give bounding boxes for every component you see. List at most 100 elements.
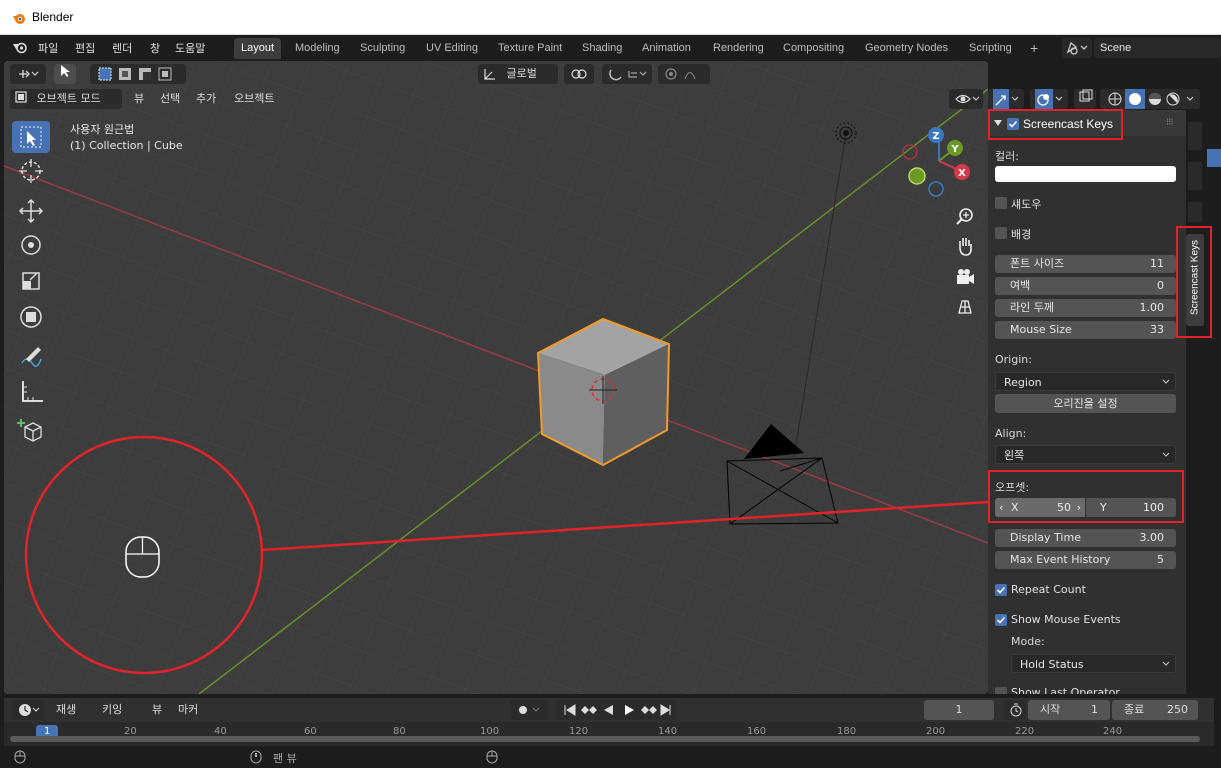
menu-object[interactable]: 오브젝트 [234, 89, 274, 109]
select-tool-mode-button[interactable] [54, 64, 76, 84]
timeline-editor-type[interactable] [12, 700, 44, 720]
cursor-tool[interactable] [12, 155, 50, 187]
menu-keying[interactable]: 키잉 [102, 700, 122, 720]
repeat-count-checkbox[interactable] [995, 584, 1007, 596]
timeline-scrollbar[interactable] [10, 736, 1200, 742]
pan-button[interactable] [952, 233, 978, 259]
sidebar-panel: Screencast Keys ⁝⁝⁝ 컬러: 섀도우 배경 폰트 사이즈 11… [988, 110, 1186, 694]
shadow-checkbox[interactable] [995, 197, 1007, 209]
margin-field[interactable]: 여백 0 [995, 277, 1176, 295]
menu-window[interactable]: 창 [150, 40, 160, 56]
add-cube-tool[interactable] [12, 415, 50, 447]
checkmark-icon [996, 586, 1006, 594]
font-size-field[interactable]: 폰트 사이즈 11 [995, 255, 1176, 273]
tab-modeling[interactable]: Modeling [288, 38, 347, 59]
sidebar-tab-item[interactable] [1188, 122, 1202, 150]
tab-rendering[interactable]: Rendering [706, 38, 771, 59]
stopwatch-icon [1010, 703, 1022, 717]
tab-texture-paint[interactable]: Texture Paint [491, 38, 569, 59]
object-mode-dropdown[interactable]: 오브젝트 모드 [10, 89, 122, 109]
menu-edit[interactable]: 편집 [75, 40, 95, 56]
menu-help[interactable]: 도움말 [175, 40, 205, 56]
move-tool[interactable] [12, 195, 50, 227]
menu-view[interactable]: 뷰 [134, 89, 144, 109]
camera-icon [957, 269, 974, 284]
tab-scripting[interactable]: Scripting [962, 38, 1019, 59]
set-origin-button[interactable]: 오리진을 설정 [995, 394, 1176, 413]
menu-marker[interactable]: 마커 [178, 700, 198, 720]
menu-playback[interactable]: 재생 [56, 700, 76, 720]
preview-range-toggle[interactable] [1004, 700, 1026, 720]
overlay-icon [1035, 89, 1063, 109]
timeline-ruler[interactable]: 1 20 40 60 80 100 120 140 160 180 200 22… [4, 722, 1214, 746]
tab-sculpting[interactable]: Sculpting [353, 38, 412, 59]
navigation-gizmo[interactable]: Z Y X [899, 121, 979, 201]
tab-compositing[interactable]: Compositing [776, 38, 851, 59]
align-dropdown[interactable]: 왼쪽 [995, 445, 1176, 464]
scene-name-field[interactable]: Scene [1094, 38, 1221, 58]
chevron-down-icon [1162, 661, 1170, 666]
show-mouse-events-label: Show Mouse Events [1011, 613, 1121, 626]
display-time-field[interactable]: Display Time 3.00 [995, 529, 1176, 547]
max-event-history-field[interactable]: Max Event History 5 [995, 551, 1176, 569]
outliner-selection-highlight [1207, 149, 1221, 167]
show-mouse-events-checkbox[interactable] [995, 614, 1007, 626]
tab-layout[interactable]: Layout [234, 38, 282, 59]
pivot-point-dropdown[interactable] [564, 64, 594, 84]
rotate-tool[interactable] [12, 229, 50, 261]
blender-menu-icon[interactable] [12, 40, 28, 54]
checkmark-icon [996, 616, 1006, 624]
line-thickness-field[interactable]: 라인 두께 1.00 [995, 299, 1176, 317]
show-last-operator-checkbox[interactable] [995, 687, 1007, 694]
snap-button[interactable] [602, 64, 652, 84]
tab-uv-editing[interactable]: UV Editing [419, 38, 485, 59]
menu-timeline-view[interactable]: 뷰 [152, 700, 162, 720]
mouse-size-field[interactable]: Mouse Size 33 [995, 321, 1176, 339]
proportional-editing-button[interactable] [658, 64, 710, 84]
tab-animation[interactable]: Animation [635, 38, 698, 59]
gizmo-toggle[interactable] [988, 89, 1024, 109]
select-box-tool[interactable] [12, 121, 50, 153]
mode-value: Hold Status [1020, 658, 1084, 671]
3d-viewport[interactable]: 글로벌 옵션 오브젝트 모드 뷰 선택 추가 오브젝트 사용자 원근법 (1) … [4, 61, 988, 694]
xray-toggle[interactable] [1074, 89, 1096, 109]
annotate-tool[interactable] [12, 341, 50, 373]
origin-dropdown[interactable]: Region [995, 372, 1176, 391]
shading-mode-buttons[interactable] [1100, 89, 1200, 109]
color-swatch[interactable] [995, 166, 1176, 182]
transform-orientation-dropdown[interactable]: 글로벌 [478, 64, 558, 84]
scene-selector-icon[interactable] [1062, 38, 1092, 58]
mode-dropdown[interactable]: Hold Status [1011, 654, 1176, 673]
auto-keying-toggle[interactable] [510, 700, 548, 720]
collection-info: (1) Collection | Cube [70, 139, 183, 152]
tab-geometry-nodes[interactable]: Geometry Nodes [858, 38, 955, 59]
menu-add[interactable]: 추가 [196, 89, 216, 109]
measure-tool[interactable] [12, 375, 50, 407]
visibility-dropdown[interactable] [949, 89, 983, 109]
menu-render[interactable]: 렌더 [112, 40, 132, 56]
transform-tool[interactable] [12, 301, 50, 333]
ortho-toggle-button[interactable] [952, 294, 978, 320]
current-frame-field[interactable]: 1 [924, 700, 994, 720]
start-frame-field[interactable]: 시작 1 [1028, 700, 1110, 720]
margin-label: 여백 [1010, 279, 1031, 292]
end-frame-field[interactable]: 종료 250 [1112, 700, 1198, 720]
zoom-button[interactable] [952, 204, 978, 230]
scale-tool[interactable] [12, 265, 50, 297]
end-frame-label: 종료 [1124, 703, 1145, 716]
add-workspace-button[interactable]: + [1023, 38, 1045, 59]
overlay-toggle[interactable] [1030, 89, 1068, 109]
tab-shading[interactable]: Shading [575, 38, 629, 59]
selection-mode-buttons[interactable] [90, 64, 186, 84]
pivot-icon [571, 69, 587, 79]
camera-view-button[interactable] [952, 264, 978, 290]
sidebar-tab-view[interactable] [1188, 202, 1202, 222]
background-checkbox[interactable] [995, 227, 1007, 239]
editor-type-button[interactable] [10, 64, 46, 84]
playback-controls[interactable] [556, 700, 676, 720]
sidebar-tab-tool[interactable] [1188, 162, 1202, 190]
menu-select[interactable]: 선택 [160, 89, 180, 109]
drag-handle-icon[interactable]: ⁝⁝⁝ [1166, 117, 1173, 128]
menu-file[interactable]: 파일 [38, 40, 58, 56]
line-thickness-label: 라인 두께 [1010, 301, 1054, 314]
